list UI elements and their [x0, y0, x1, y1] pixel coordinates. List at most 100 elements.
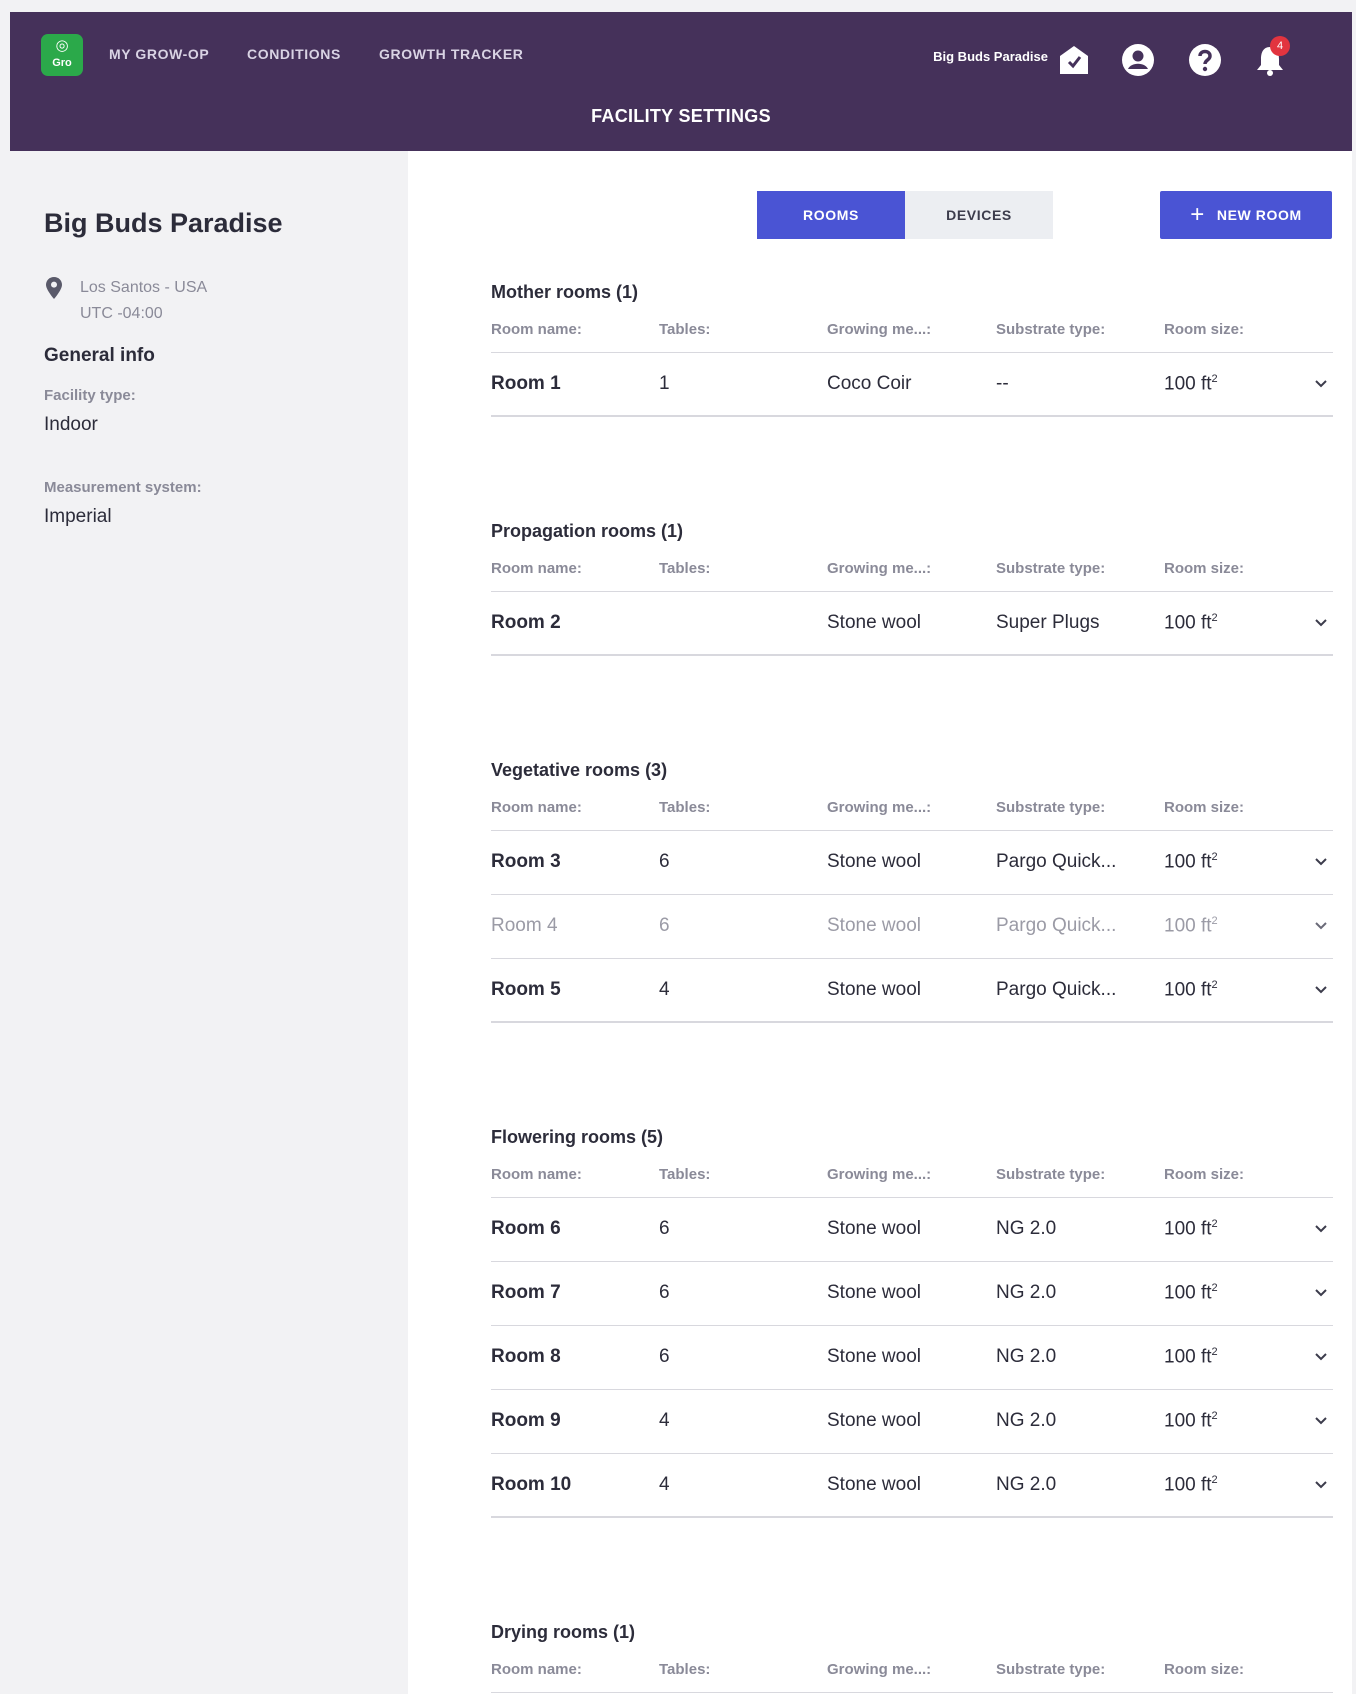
room-size-unit-exponent: 2 [1211, 1474, 1218, 1486]
room-group-title: Propagation rooms (1) [491, 521, 684, 541]
nav-my-grow-op[interactable]: MY GROW-OP [109, 46, 209, 66]
room-substrate: NG 2.0 [996, 1218, 1057, 1239]
account-icon[interactable] [1120, 42, 1156, 78]
room-size-unit-exponent: 2 [1211, 1410, 1218, 1422]
nav-growth-tracker[interactable]: GROWTH TRACKER [379, 46, 524, 66]
new-room-label: NEW ROOM [1216, 207, 1302, 223]
room-growing-medium: Stone wool [827, 1474, 922, 1495]
room-group-title: Flowering rooms (5) [491, 1127, 664, 1147]
room-size: 100 ft2 [1164, 851, 1218, 873]
chevron-down-icon[interactable] [1313, 983, 1329, 997]
room-name: Room 6 [491, 1218, 561, 1239]
current-facility-name[interactable]: Big Buds Paradise [933, 49, 1048, 64]
chevron-down-icon[interactable] [1313, 1222, 1329, 1236]
page-title: FACILITY SETTINGS [591, 106, 771, 126]
table-header-row: Room name: Tables: Growing me...: Substrate… [491, 313, 1333, 353]
room-group-title: Drying rooms (1) [491, 1622, 636, 1642]
room-size-value: 100 ft [1164, 612, 1212, 634]
chevron-down-icon[interactable] [1313, 1478, 1329, 1492]
room-size: 100 ft2 [1164, 612, 1218, 634]
room-tables: 4 [659, 1474, 670, 1495]
room-row[interactable]: Room 5 4 Stone wool Pargo Quick... 100 ft2 [491, 959, 1333, 1023]
room-size: 100 ft2 [1164, 373, 1218, 395]
room-row[interactable]: Room 1 1 Coco Coir -- 100 ft2 [491, 353, 1333, 417]
room-size-header: Room size: [1164, 560, 1245, 577]
location-pin-icon [46, 277, 62, 299]
general-info-heading: General info [44, 345, 155, 366]
room-size-value: 100 ft [1164, 1346, 1212, 1368]
room-growing-medium: Stone wool [827, 915, 922, 936]
room-size-value: 100 ft [1164, 373, 1212, 395]
chevron-down-icon[interactable] [1313, 616, 1329, 630]
substrate-type-header: Substrate type: [996, 1166, 1106, 1183]
room-row[interactable]: Room 10 4 Stone wool NG 2.0 100 ft2 [491, 1454, 1333, 1518]
room-row[interactable]: Room 7 6 Stone wool NG 2.0 100 ft2 [491, 1262, 1333, 1326]
room-size-header: Room size: [1164, 1166, 1245, 1183]
room-name: Room 7 [491, 1282, 561, 1303]
room-group-title: Vegetative rooms (3) [491, 760, 668, 780]
measurement-system-value: Imperial [44, 506, 112, 527]
room-size-header: Room size: [1164, 1661, 1245, 1678]
room-growing-medium: Stone wool [827, 612, 922, 633]
room-name: Room 4 [491, 915, 558, 936]
tab-rooms[interactable]: ROOMS [757, 191, 905, 239]
substrate-type-header: Substrate type: [996, 321, 1106, 338]
room-name: Room 8 [491, 1346, 561, 1367]
growing-medium-header: Growing me...: [827, 560, 932, 577]
chevron-down-icon[interactable] [1313, 919, 1329, 933]
room-name: Room 9 [491, 1410, 561, 1431]
room-row[interactable]: Room 9 4 Stone wool NG 2.0 100 ft2 [491, 1390, 1333, 1454]
room-group: Flowering rooms (5) Room name: Tables: Grow… [491, 1124, 1333, 1518]
room-size: 100 ft2 [1164, 1218, 1218, 1240]
room-tables: 6 [659, 1346, 670, 1367]
nav-conditions[interactable]: CONDITIONS [247, 46, 341, 66]
room-row[interactable]: Room 3 6 Stone wool Pargo Quick... 100 ft2 [491, 831, 1333, 895]
room-size-unit-exponent: 2 [1211, 1346, 1218, 1358]
new-room-button[interactable]: + NEW ROOM [1160, 191, 1332, 239]
chevron-down-icon[interactable] [1313, 1350, 1329, 1364]
table-header-row: Room name: Tables: Growing me...: Substrate… [491, 1158, 1333, 1198]
facility-location: Los Santos - USA UTC -04:00 [80, 275, 207, 327]
room-name-header: Room name: [491, 560, 582, 577]
room-row[interactable]: Room 4 6 Stone wool Pargo Quick... 100 ft2 [491, 895, 1333, 959]
gro-logo[interactable]: ◎ Gro [41, 34, 83, 76]
room-size-unit-exponent: 2 [1211, 612, 1218, 624]
room-size-value: 100 ft [1164, 979, 1212, 1001]
tab-devices[interactable]: DEVICES [905, 191, 1053, 239]
app-window: ◎ Gro MY GROW-OP CONDITIONS GROWTH TRACK… [10, 12, 1352, 1694]
growing-medium-header: Growing me...: [827, 799, 932, 816]
room-substrate: NG 2.0 [996, 1410, 1057, 1431]
logo-icon: ◎ [55, 37, 69, 54]
room-row[interactable]: Room 6 6 Stone wool NG 2.0 100 ft2 [491, 1198, 1333, 1262]
facility-type-value: Indoor [44, 414, 98, 435]
tables-header: Tables: [659, 1166, 711, 1183]
room-size-value: 100 ft [1164, 1410, 1212, 1432]
chevron-down-icon[interactable] [1313, 1286, 1329, 1300]
room-name-header: Room name: [491, 799, 582, 816]
room-row[interactable]: Room 2 Stone wool Super Plugs 100 ft2 [491, 592, 1333, 656]
room-size-header: Room size: [1164, 321, 1245, 338]
room-size: 100 ft2 [1164, 1474, 1218, 1496]
room-row[interactable]: Room 8 6 Stone wool NG 2.0 100 ft2 [491, 1326, 1333, 1390]
rooms-devices-toggle: ROOMS DEVICES [757, 191, 1053, 239]
room-substrate: NG 2.0 [996, 1474, 1057, 1495]
notification-count-badge: 4 [1270, 36, 1290, 56]
table-header-row: Room name: Tables: Growing me...: Substrate… [491, 1653, 1333, 1693]
chevron-down-icon[interactable] [1313, 855, 1329, 869]
growing-medium-header: Growing me...: [827, 1661, 932, 1678]
table-header-row: Room name: Tables: Growing me...: Substrate… [491, 791, 1333, 831]
room-growing-medium: Stone wool [827, 1346, 922, 1367]
help-icon[interactable] [1187, 42, 1223, 78]
chevron-down-icon[interactable] [1313, 1414, 1329, 1428]
tables-header: Tables: [659, 560, 711, 577]
tables-header: Tables: [659, 799, 711, 816]
notifications-bell-icon[interactable]: 4 [1252, 36, 1290, 78]
room-name-header: Room name: [491, 321, 582, 338]
room-name-header: Room name: [491, 1166, 582, 1183]
facility-info-sidebar: Big Buds Paradise Los Santos - USA UTC -… [10, 151, 408, 1694]
facility-icon[interactable] [1056, 42, 1092, 78]
room-size-value: 100 ft [1164, 1474, 1212, 1496]
room-group-title: Mother rooms (1) [491, 282, 639, 302]
chevron-down-icon[interactable] [1313, 377, 1329, 391]
location-text: Los Santos - USA [80, 279, 208, 296]
